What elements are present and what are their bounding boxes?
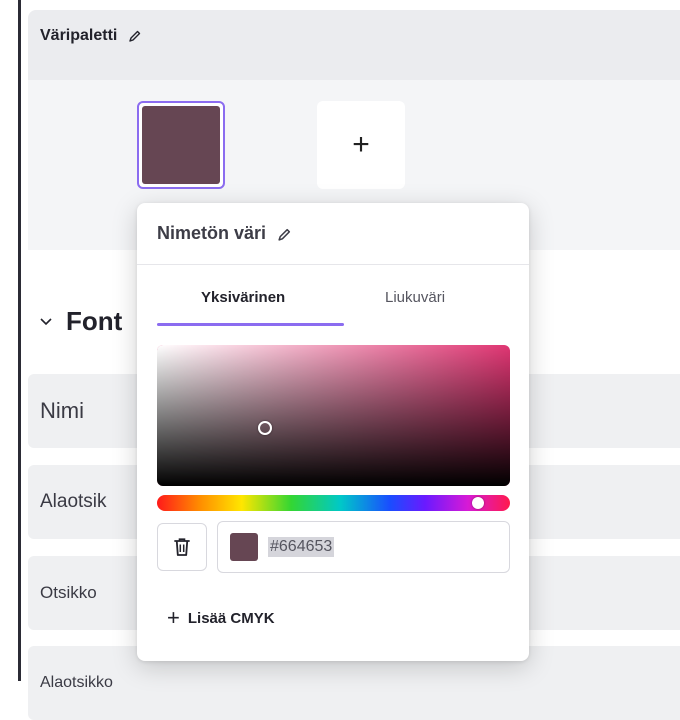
add-color-button[interactable]: +	[317, 101, 405, 189]
palette-header	[28, 10, 680, 80]
font-row-label: Otsikko	[40, 583, 97, 602]
palette-title-row[interactable]: Väripaletti	[40, 27, 142, 45]
tab-gradient[interactable]: Liukuväri	[385, 289, 445, 306]
color-picker-popup: Nimetön väri Yksivärinen Liukuväri #6646…	[137, 203, 529, 661]
font-row-label: Alaotsikko	[40, 674, 113, 691]
palette-swatch-selected[interactable]	[137, 101, 225, 189]
left-border	[18, 0, 21, 681]
add-cmyk-button[interactable]: + Lisää CMYK	[167, 607, 275, 629]
plus-icon: +	[352, 128, 370, 161]
hue-slider-handle[interactable]	[472, 497, 484, 509]
sv-picker-handle[interactable]	[258, 421, 272, 435]
hex-color-chip	[230, 533, 258, 561]
delete-color-button[interactable]	[157, 523, 207, 571]
edit-pencil-icon[interactable]	[128, 29, 142, 43]
color-name-row[interactable]: Nimetön väri	[157, 223, 292, 244]
popup-divider	[137, 264, 529, 265]
tab-solid-color[interactable]: Yksivärinen	[201, 289, 285, 306]
plus-icon: +	[167, 605, 180, 630]
saturation-value-field[interactable]	[157, 345, 510, 486]
fonts-heading-label: Font	[66, 306, 123, 336]
palette-title: Väripaletti	[40, 27, 118, 44]
chevron-down-icon	[40, 317, 52, 325]
edit-pencil-icon[interactable]	[277, 227, 292, 242]
font-row-label: Nimi	[40, 398, 84, 423]
hex-color-field[interactable]: #664653	[217, 521, 510, 573]
font-row-label: Alaotsik	[40, 491, 107, 512]
active-tab-indicator	[157, 323, 344, 326]
hue-slider[interactable]	[157, 495, 510, 511]
add-cmyk-label: Lisää CMYK	[187, 609, 275, 627]
trash-icon	[174, 538, 190, 556]
color-name: Nimetön väri	[157, 223, 267, 243]
sv-black-gradient	[157, 345, 510, 486]
fonts-section-heading[interactable]: Font	[40, 306, 122, 337]
swatch-color-fill	[142, 106, 220, 184]
hex-input-value[interactable]: #664653	[268, 537, 335, 557]
